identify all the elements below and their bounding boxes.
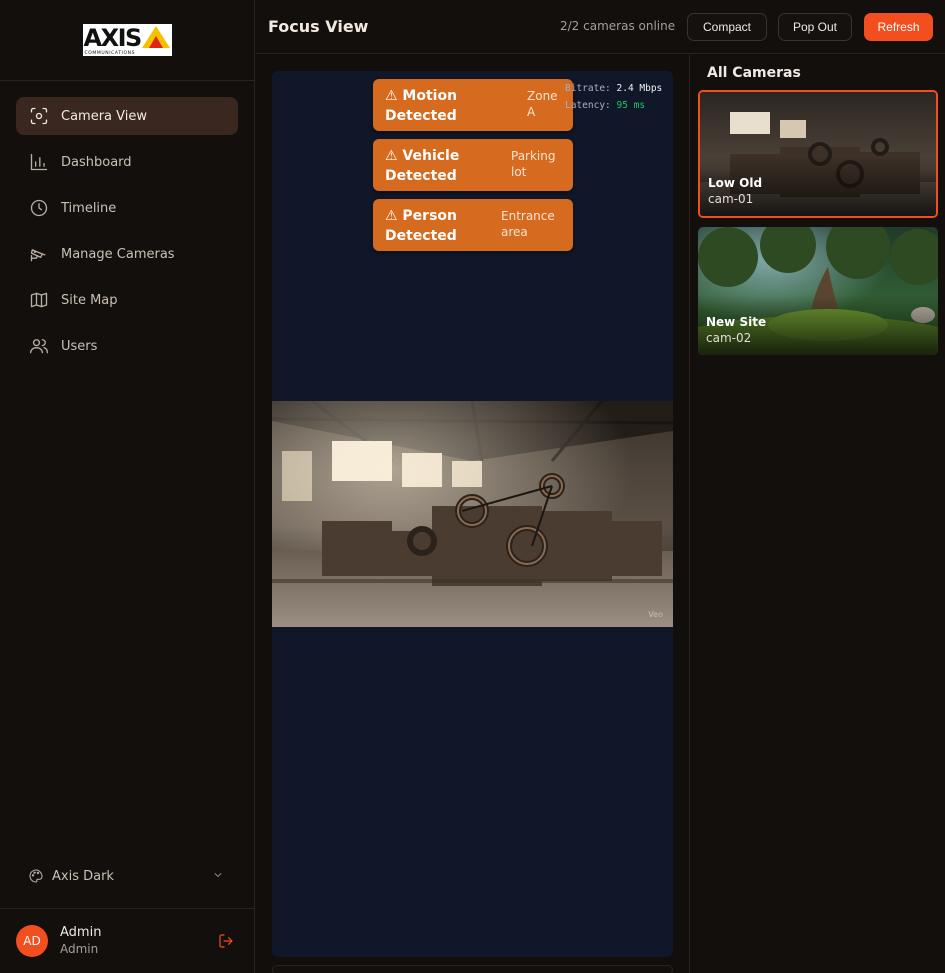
latency-value: 95 ms — [616, 100, 646, 111]
user-info: Admin Admin — [60, 925, 101, 957]
factory-scene-image — [272, 401, 673, 627]
camera-id: cam-01 — [708, 192, 754, 206]
panel-title: All Cameras — [707, 65, 801, 81]
focus-video-stage[interactable]: Veo ⚠ Motion Detected Zone A ⚠ Vehicle D… — [272, 71, 673, 957]
bitrate-value: 2.4 Mbps — [616, 83, 663, 94]
camera-thumbnail-cam-02[interactable]: New Site cam-02 — [698, 227, 938, 355]
camera-feed-image[interactable]: Veo — [272, 401, 673, 627]
sidebar-item-timeline[interactable]: Timeline — [16, 189, 238, 227]
pop-out-button[interactable]: Pop Out — [778, 13, 852, 41]
theme-label: Axis Dark — [52, 868, 114, 884]
secondary-panel-edge — [272, 965, 673, 973]
alert-zone: Parking lot — [511, 149, 556, 179]
app: AXIS COMMUNICATIONS Camera View Dashboar… — [0, 0, 945, 973]
sidebar-item-label: Site Map — [61, 292, 118, 308]
map-icon — [28, 289, 50, 311]
camera-thumbnail-cam-01[interactable]: Low Old cam-01 — [698, 90, 938, 218]
refresh-button[interactable]: Refresh — [864, 13, 933, 41]
cctv-camera-icon — [28, 243, 50, 265]
bitrate-label: Bitrate: — [565, 83, 611, 94]
clock-icon — [28, 197, 50, 219]
all-cameras-panel: All Cameras Low Old cam-01 New Site cam-… — [689, 55, 945, 973]
theme-selector[interactable]: Axis Dark — [16, 861, 238, 891]
users-icon — [28, 335, 50, 357]
camera-id: cam-02 — [706, 331, 752, 345]
alert-person[interactable]: ⚠ Person Detected Entrance area — [373, 199, 573, 251]
avatar[interactable]: AD — [16, 925, 48, 957]
alert-motion[interactable]: ⚠ Motion Detected Zone A — [373, 79, 573, 131]
logout-icon[interactable] — [218, 933, 234, 949]
sidebar-item-label: Timeline — [61, 200, 117, 216]
stream-stats: Bitrate: 2.4 Mbps Latency: 95 ms — [565, 80, 662, 114]
alert-title: ⚠ Motion Detected — [385, 88, 458, 124]
alert-title: ⚠ Person Detected — [385, 208, 458, 244]
user-profile: AD Admin Admin — [16, 925, 238, 957]
user-name: Admin — [60, 925, 102, 940]
sidebar-item-site-map[interactable]: Site Map — [16, 281, 238, 319]
camera-name: New Site — [706, 315, 767, 329]
sidebar-item-users[interactable]: Users — [16, 327, 238, 365]
sidebar-item-manage-cameras[interactable]: Manage Cameras — [16, 235, 238, 273]
logo-triangle-red-icon — [148, 36, 163, 48]
compact-button[interactable]: Compact — [687, 13, 767, 41]
palette-icon — [28, 868, 44, 884]
sidebar-item-label: Manage Cameras — [61, 246, 175, 262]
sidebar-nav: Camera View Dashboard Timeline Manage Ca… — [0, 81, 254, 365]
axis-logo[interactable]: AXIS COMMUNICATIONS — [82, 24, 172, 56]
sidebar: AXIS COMMUNICATIONS Camera View Dashboar… — [0, 0, 255, 973]
top-header: Focus View 2/2 cameras online Compact Po… — [256, 0, 945, 54]
camera-view-icon — [28, 105, 50, 127]
cameras-online-status: 2/2 cameras online — [560, 19, 676, 33]
user-role: Admin — [60, 942, 99, 956]
logo-area: AXIS COMMUNICATIONS — [0, 0, 254, 81]
divider — [0, 908, 254, 909]
alert-zone: Entrance area — [501, 209, 555, 239]
logo-subtext: COMMUNICATIONS — [84, 51, 136, 56]
page-title: Focus View — [268, 17, 369, 36]
alert-title: ⚠ Vehicle Detected — [385, 148, 460, 184]
sidebar-item-label: Dashboard — [61, 154, 132, 170]
sidebar-item-label: Camera View — [61, 108, 147, 124]
alert-zone: Zone A — [527, 89, 558, 119]
logo-text: AXIS — [83, 24, 143, 52]
latency-label: Latency: — [565, 100, 611, 111]
alert-vehicle[interactable]: ⚠ Vehicle Detected Parking lot — [373, 139, 573, 191]
feed-watermark: Veo — [648, 610, 663, 619]
bar-chart-icon — [28, 151, 50, 173]
sidebar-item-camera-view[interactable]: Camera View — [16, 97, 238, 135]
sidebar-item-label: Users — [61, 338, 98, 354]
chevron-down-icon — [212, 869, 224, 881]
sidebar-item-dashboard[interactable]: Dashboard — [16, 143, 238, 181]
camera-name: Low Old — [708, 176, 763, 190]
